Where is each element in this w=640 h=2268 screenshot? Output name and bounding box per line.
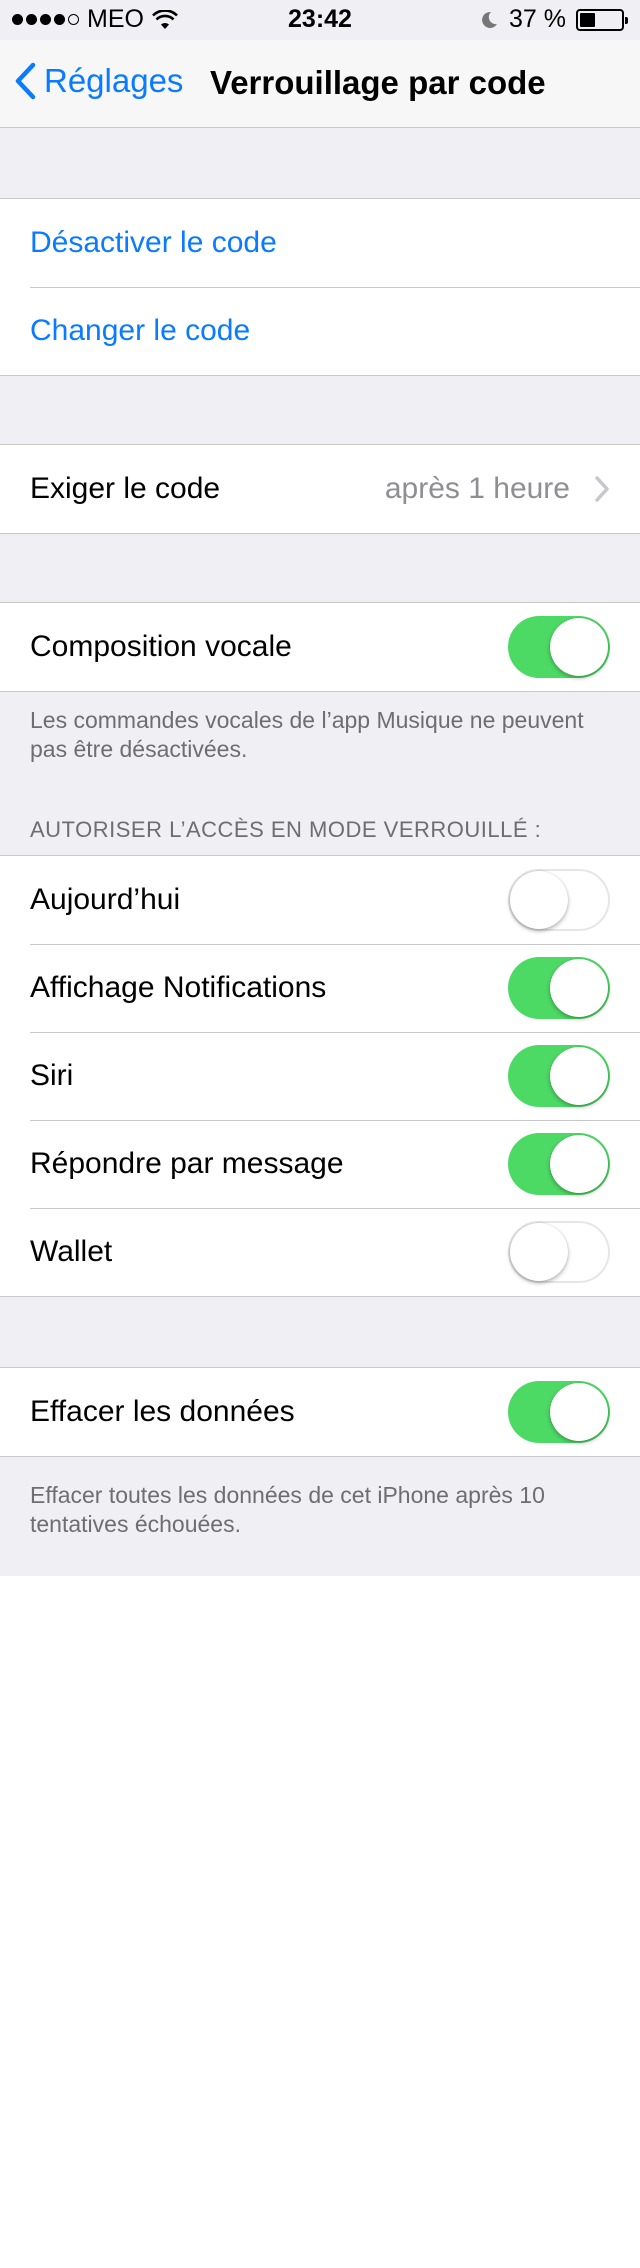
voice-dial-label: Composition vocale	[30, 630, 292, 663]
locked-access-toggle[interactable]	[508, 1045, 610, 1107]
toggle-knob	[550, 1383, 608, 1441]
toggle-knob	[550, 1047, 608, 1105]
page-title: Verrouillage par code	[210, 64, 546, 101]
disable-code-row[interactable]: Désactiver le code	[0, 199, 640, 287]
locked-access-label: Siri	[30, 1059, 74, 1092]
toggle-knob	[550, 1135, 608, 1193]
voice-dial-footnote: Les commandes vocales de l’app Musique n…	[30, 707, 584, 762]
chevron-left-icon	[15, 62, 36, 100]
locked-access-header: AUTORISER L’ACCÈS EN MODE VERROUILLÉ :	[30, 817, 542, 842]
locked-access-label: Wallet	[30, 1235, 113, 1268]
erase-data-label: Effacer les données	[30, 1395, 295, 1428]
status-bar: MEO 23:42 37 %	[0, 0, 640, 40]
back-label: Réglages	[44, 62, 184, 99]
disable-code-label: Désactiver le code	[30, 226, 277, 259]
require-code-group: Exiger le code après 1 heure	[0, 444, 640, 534]
require-code-value: après 1 heure	[384, 472, 570, 505]
require-code-row[interactable]: Exiger le code après 1 heure	[0, 445, 640, 533]
locked-access-row: Siri	[0, 1032, 640, 1120]
battery-icon	[576, 8, 628, 31]
voice-dial-group: Composition vocale	[0, 602, 640, 692]
code-group: Désactiver le code Changer le code	[0, 198, 640, 376]
locked-access-row: Wallet	[0, 1208, 640, 1296]
locked-access-group: Aujourd’hui Affichage Notifications Siri Ré…	[0, 855, 640, 1297]
toggle-knob	[510, 871, 568, 929]
locked-access-label: Affichage Notifications	[30, 971, 327, 1004]
moon-icon	[482, 11, 498, 28]
locked-access-row: Répondre par message	[0, 1120, 640, 1208]
require-code-label: Exiger le code	[30, 472, 221, 505]
toggle-knob	[550, 618, 608, 676]
battery-fill	[580, 12, 595, 27]
erase-data-toggle[interactable]	[508, 1381, 610, 1443]
back-button[interactable]: Réglages	[14, 62, 183, 100]
locked-access-label: Répondre par message	[30, 1147, 344, 1180]
erase-data-group: Effacer les données	[0, 1367, 640, 1457]
locked-access-toggle[interactable]	[508, 1133, 610, 1195]
toggle-knob	[550, 959, 608, 1017]
locked-access-row: Affichage Notifications	[0, 944, 640, 1032]
locked-access-label: Aujourd’hui	[30, 883, 181, 916]
change-code-label: Changer le code	[30, 314, 251, 347]
toggle-knob	[510, 1223, 568, 1281]
settings-screen: MEO 23:42 37 % Réglages Verrouillage par…	[0, 0, 640, 1576]
battery-percent: 37 %	[509, 5, 566, 33]
locked-access-toggle[interactable]	[508, 957, 610, 1019]
erase-data-row: Effacer les données	[0, 1368, 640, 1456]
voice-dial-row: Composition vocale	[0, 603, 640, 691]
voice-dial-toggle[interactable]	[508, 616, 610, 678]
status-right: 37 %	[479, 5, 628, 34]
navigation-bar: Réglages Verrouillage par code	[0, 40, 640, 128]
locked-access-toggle[interactable]	[508, 869, 610, 931]
locked-access-toggle[interactable]	[508, 1221, 610, 1283]
change-code-row[interactable]: Changer le code	[0, 287, 640, 375]
locked-access-row: Aujourd’hui	[0, 856, 640, 944]
chevron-right-icon	[595, 476, 609, 502]
erase-data-footnote: Effacer toutes les données de cet iPhone…	[30, 1482, 545, 1537]
